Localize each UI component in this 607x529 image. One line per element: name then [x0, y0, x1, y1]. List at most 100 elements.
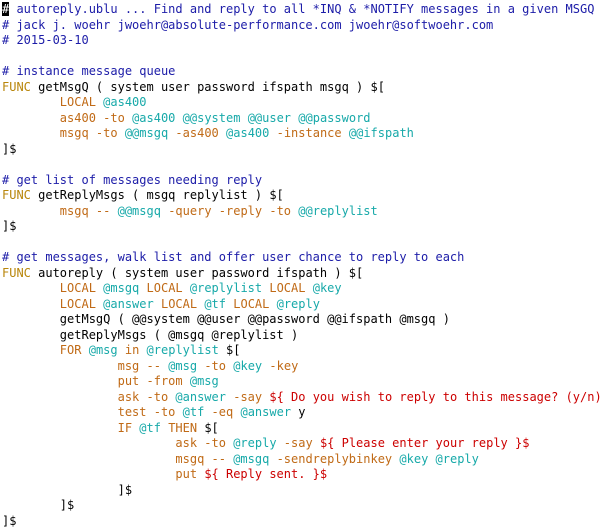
code-text: ]$	[2, 483, 132, 497]
builtin-token: LOCAL	[269, 281, 305, 295]
code-text	[2, 359, 118, 373]
comment-token: # 2015-03-10	[2, 33, 89, 47]
code-text	[175, 111, 182, 125]
variable-token: @answer	[240, 405, 291, 419]
string-token: ${ Reply sent. }$	[204, 467, 327, 481]
builtin-token: msgq --	[60, 204, 111, 218]
code-line[interactable]	[0, 157, 607, 173]
code-line[interactable]: # get list of messages needing reply	[0, 173, 607, 189]
code-line[interactable]: test -to @tf -eq @answer y	[0, 405, 607, 421]
code-text: getMsgQ ( @@system @@user @@password @@i…	[2, 312, 450, 326]
code-line[interactable]: as400 -to @as400 @@system @@user @@passw…	[0, 111, 607, 127]
code-line[interactable]: ]$	[0, 483, 607, 499]
variable-token: @replylist	[147, 343, 219, 357]
code-text	[183, 281, 190, 295]
builtin-token: put -from	[118, 374, 183, 388]
code-line[interactable]: ]$	[0, 514, 607, 529]
variable-token: @as400	[132, 111, 175, 125]
code-line[interactable]: # instance message queue	[0, 64, 607, 80]
code-text	[2, 421, 118, 435]
code-line[interactable]: msgq -to @@msgq -as400 @as400 -instance …	[0, 126, 607, 142]
builtin-token: test -to	[118, 405, 176, 419]
code-line[interactable]: FUNC autoreply ( system user password if…	[0, 266, 607, 282]
builtin-token: -to	[204, 359, 226, 373]
code-line[interactable]: FUNC getReplyMsgs ( msgq replylist ) $[	[0, 188, 607, 204]
code-line[interactable]: getReplyMsgs ( @msgq @replylist )	[0, 328, 607, 344]
builtin-token: IF	[118, 421, 132, 435]
comment-token: # get messages, walk list and offer user…	[2, 250, 464, 264]
builtin-token: put	[175, 467, 197, 481]
code-line[interactable]: FOR @msg in @replylist $[	[0, 343, 607, 359]
code-text	[183, 374, 190, 388]
code-line[interactable]: ask -to @answer -say ${ Do you wish to r…	[0, 390, 607, 406]
code-line[interactable]: ]$	[0, 498, 607, 514]
code-line[interactable]	[0, 49, 607, 65]
code-line[interactable]: FUNC getMsgQ ( system user password ifsp…	[0, 80, 607, 96]
code-text: ]$	[2, 514, 16, 528]
code-line[interactable]: # jack j. woehr jwoehr@absolute-performa…	[0, 18, 607, 34]
code-line[interactable]: IF @tf THEN $[	[0, 421, 607, 437]
code-line[interactable]: put -from @msg	[0, 374, 607, 390]
code-line[interactable]: msgq -- @@msgq -query -reply -to @@reply…	[0, 204, 607, 220]
builtin-token: ask -to	[175, 436, 226, 450]
code-line[interactable]: ]$	[0, 219, 607, 235]
variable-token: @msg	[190, 374, 219, 388]
code-line[interactable]: msgq -- @msgq -sendreplybinkey @key @rep…	[0, 452, 607, 468]
code-text: getReplyMsgs ( @msgq @replylist )	[2, 328, 298, 342]
builtin-token: -key	[269, 359, 298, 373]
variable-token: @key	[233, 359, 262, 373]
code-text	[240, 111, 247, 125]
code-line[interactable]: # 2015-03-10	[0, 33, 607, 49]
code-text	[2, 467, 175, 481]
code-text	[2, 281, 60, 295]
string-token: ${ Do you wish to reply to this message?…	[269, 390, 607, 404]
variable-token: @msgq	[103, 281, 139, 295]
code-line[interactable]: getMsgQ ( @@system @@user @@password @@i…	[0, 312, 607, 328]
code-line[interactable]: put ${ Reply sent. }$	[0, 467, 607, 483]
code-line[interactable]: ask -to @reply -say ${ Please enter your…	[0, 436, 607, 452]
builtin-token: -query -reply -to	[168, 204, 291, 218]
variable-token: @reply	[436, 452, 479, 466]
builtin-token: LOCAL	[233, 297, 269, 311]
variable-token: @@system	[183, 111, 241, 125]
code-text	[125, 111, 132, 125]
code-line[interactable]: ]$	[0, 142, 607, 158]
keyword-token: FUNC	[2, 266, 31, 280]
builtin-token: ask -to	[118, 390, 169, 404]
code-text: $[	[197, 421, 219, 435]
builtin-token: LOCAL	[161, 297, 197, 311]
code-text	[269, 126, 276, 140]
builtin-token: msgq --	[175, 452, 226, 466]
code-line[interactable]: msg -- @msg -to @key -key	[0, 359, 607, 375]
variable-token: @msgq	[233, 452, 269, 466]
string-token: ${ Please enter your reply }$	[320, 436, 530, 450]
code-text	[2, 343, 60, 357]
comment-token: # instance message queue	[2, 64, 175, 78]
builtin-token: LOCAL	[147, 281, 183, 295]
code-text	[2, 297, 60, 311]
variable-token: @answer	[175, 390, 226, 404]
variable-token: @as400	[103, 95, 146, 109]
code-text	[313, 436, 320, 450]
builtin-token: msgq -to	[60, 126, 118, 140]
builtin-token: LOCAL	[60, 297, 96, 311]
keyword-token: FUNC	[2, 80, 31, 94]
code-text	[2, 204, 60, 218]
builtin-token: LOCAL	[60, 281, 96, 295]
variable-token: @reply	[277, 297, 320, 311]
code-line[interactable]	[0, 235, 607, 251]
code-line[interactable]: # get messages, walk list and offer user…	[0, 250, 607, 266]
code-line[interactable]: LOCAL @msgq LOCAL @replylist LOCAL @key	[0, 281, 607, 297]
code-line[interactable]: LOCAL @answer LOCAL @tf LOCAL @reply	[0, 297, 607, 313]
code-text: y	[291, 405, 305, 419]
code-editor[interactable]: # autoreply.ublu ... Find and reply to a…	[0, 0, 607, 482]
builtin-token: -sendreplybinkey	[277, 452, 393, 466]
variable-token: @tf	[183, 405, 205, 419]
code-line[interactable]: # autoreply.ublu ... Find and reply to a…	[0, 2, 607, 18]
comment-token: autoreply.ublu ... Find and reply to all…	[9, 2, 594, 16]
variable-token: @tf	[139, 421, 161, 435]
code-text	[428, 452, 435, 466]
code-text	[219, 126, 226, 140]
variable-token: @@user	[248, 111, 291, 125]
code-line[interactable]: LOCAL @as400	[0, 95, 607, 111]
